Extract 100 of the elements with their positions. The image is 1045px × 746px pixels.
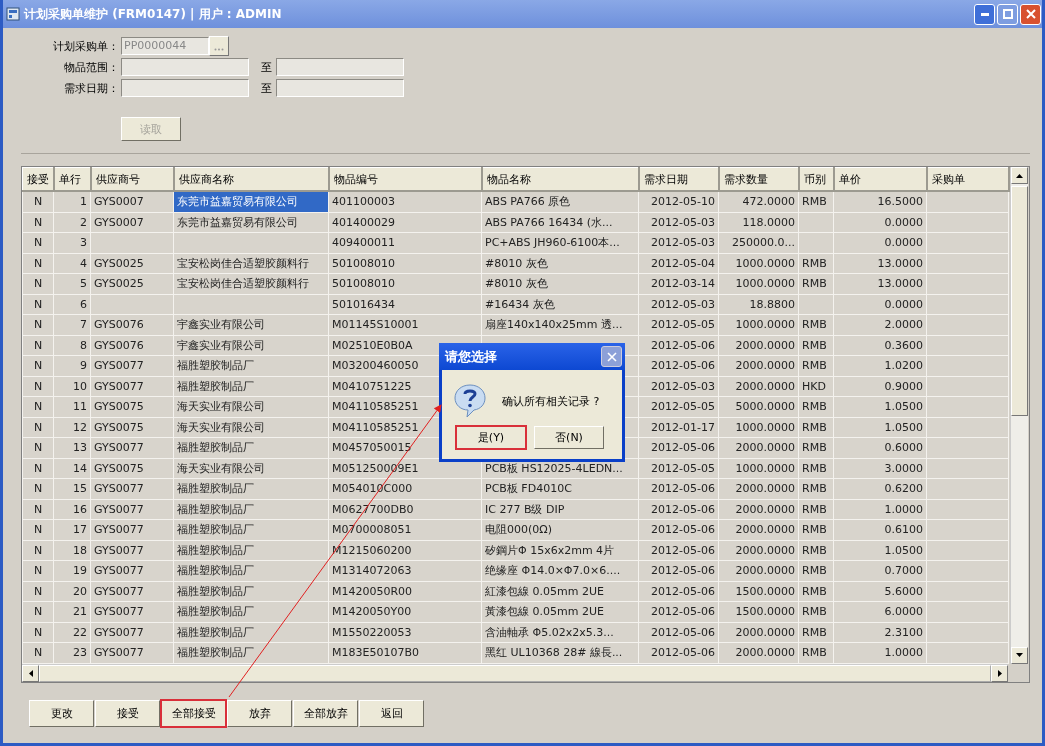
table-cell: 1.0500	[884, 420, 923, 434]
table-cell: 409400011	[332, 236, 395, 250]
table-cell: N	[33, 195, 43, 209]
action-button[interactable]: 全部接受	[161, 699, 226, 727]
table-cell: 2000.0000	[735, 625, 795, 639]
table-cell: RMB	[802, 543, 827, 557]
table-cell: 1000.0000	[735, 420, 795, 434]
table-cell: 2012-05-06	[651, 441, 715, 455]
table-cell: GYS0077	[94, 625, 144, 639]
table-cell: 福胜塑胶制品厂	[177, 523, 254, 537]
table-cell: 海天实业有限公司	[177, 461, 265, 475]
input-field[interactable]	[121, 79, 249, 97]
table-cell: GYS0025	[94, 277, 144, 291]
table-cell: 2012-05-03	[651, 379, 715, 393]
table-cell: RMB	[802, 359, 827, 373]
table-cell: 东莞市益嘉贸易有限公司	[177, 195, 298, 209]
vertical-scrollbar[interactable]	[1009, 167, 1028, 664]
column-header[interactable]: 供应商号	[90, 167, 174, 191]
action-button[interactable]: 放弃	[227, 699, 292, 727]
table-cell: 18.8800	[749, 297, 795, 311]
table-cell: PCB板 HS12025-4LEDN...	[485, 461, 623, 475]
table-cell: N	[33, 359, 43, 373]
table-cell: 2012-05-06	[651, 359, 715, 373]
table-cell: ABS PA766 16434 (水...	[485, 215, 613, 229]
table-cell: 宇鑫实业有限公司	[177, 318, 265, 332]
table-cell: RMB	[802, 338, 827, 352]
table-cell: M02510E0B0A	[332, 338, 413, 352]
column-header[interactable]: 单价	[833, 167, 927, 191]
table-cell: GYS0076	[94, 318, 144, 332]
table-cell: GYS0077	[94, 584, 144, 598]
table-cell: GYS0077	[94, 646, 144, 660]
table-cell: 海天实业有限公司	[177, 400, 265, 414]
table-cell: M04110585251	[332, 420, 419, 434]
minimize-button[interactable]	[974, 3, 995, 25]
table-cell: RMB	[802, 420, 827, 434]
table-cell: 2000.0000	[735, 359, 795, 373]
table-cell: M1420050R00	[332, 584, 413, 598]
action-button[interactable]: 全部放弃	[293, 699, 358, 727]
column-header[interactable]: 物品名称	[481, 167, 639, 191]
table-cell: N	[33, 523, 43, 537]
column-header[interactable]: 接受	[22, 167, 54, 191]
table-cell: RMB	[802, 400, 827, 414]
table-cell: GYS0025	[94, 256, 144, 270]
table-cell: 501008010	[332, 256, 395, 270]
table-cell: 宝安松岗佳合适塑胶颜料行	[177, 277, 309, 291]
table-cell: GYS0076	[94, 338, 144, 352]
input-field[interactable]	[276, 58, 404, 76]
table-cell: N	[33, 420, 43, 434]
table-cell: N	[33, 605, 43, 619]
scroll-left-icon	[28, 669, 33, 677]
column-header[interactable]: 需求日期	[638, 167, 719, 191]
table-cell: RMB	[802, 195, 827, 209]
input-field[interactable]	[121, 58, 249, 76]
table-cell: N	[33, 338, 43, 352]
table-cell: 0.6000	[884, 441, 923, 455]
table-cell: M01145S10001	[332, 318, 419, 332]
maximize-button[interactable]	[997, 3, 1018, 25]
maximize-icon	[1002, 9, 1013, 19]
scroll-up-icon	[1015, 173, 1023, 178]
table-cell: 14	[73, 461, 87, 475]
column-header[interactable]: 币别	[798, 167, 834, 191]
table-cell: RMB	[802, 584, 827, 598]
action-button[interactable]: 更改	[29, 699, 94, 727]
close-button[interactable]	[601, 346, 622, 367]
action-button[interactable]: 返回	[359, 699, 424, 727]
dialog-button[interactable]: 否(N)	[534, 426, 604, 449]
table-cell: 紅漆包線 0.05mm 2UE	[485, 584, 604, 598]
table-cell: 海天实业有限公司	[177, 420, 265, 434]
ellipsis-icon	[214, 48, 224, 51]
table-cell: M03200460050	[332, 359, 419, 373]
table-cell: 5.6000	[884, 584, 923, 598]
table-cell: 2012-05-06	[651, 543, 715, 557]
table-cell: 黃漆包線 0.05mm 2UE	[485, 605, 604, 619]
table-cell: 6.0000	[884, 605, 923, 619]
table-cell: GYS0007	[94, 215, 144, 229]
table-cell: 2000.0000	[735, 646, 795, 660]
column-header[interactable]: 单行	[53, 167, 91, 191]
table-cell: 0.0000	[884, 297, 923, 311]
table-cell: GYS0077	[94, 523, 144, 537]
table-cell: 2012-05-06	[651, 584, 715, 598]
table-cell: 1000.0000	[735, 277, 795, 291]
input-field[interactable]	[276, 79, 404, 97]
table-cell: N	[33, 564, 43, 578]
table-cell: 6	[80, 297, 87, 311]
column-header[interactable]: 需求数量	[718, 167, 799, 191]
table-cell: M1314072063	[332, 564, 412, 578]
column-header[interactable]: 采购单	[926, 167, 1009, 191]
table-cell: ABS PA766 原色	[485, 195, 571, 209]
table-cell: 16	[73, 502, 87, 516]
table-cell: 1000.0000	[735, 318, 795, 332]
action-button[interactable]: 接受	[95, 699, 160, 727]
table-cell: GYS0075	[94, 400, 144, 414]
minimize-icon	[980, 12, 989, 16]
column-header[interactable]: 物品编号	[328, 167, 482, 191]
dialog-button[interactable]: 是(Y)	[456, 426, 526, 449]
table-cell: M0457050015	[332, 441, 412, 455]
column-header[interactable]: 供应商名称	[173, 167, 329, 191]
close-icon	[606, 351, 617, 362]
table-cell: N	[33, 441, 43, 455]
browse-button[interactable]	[209, 36, 229, 56]
